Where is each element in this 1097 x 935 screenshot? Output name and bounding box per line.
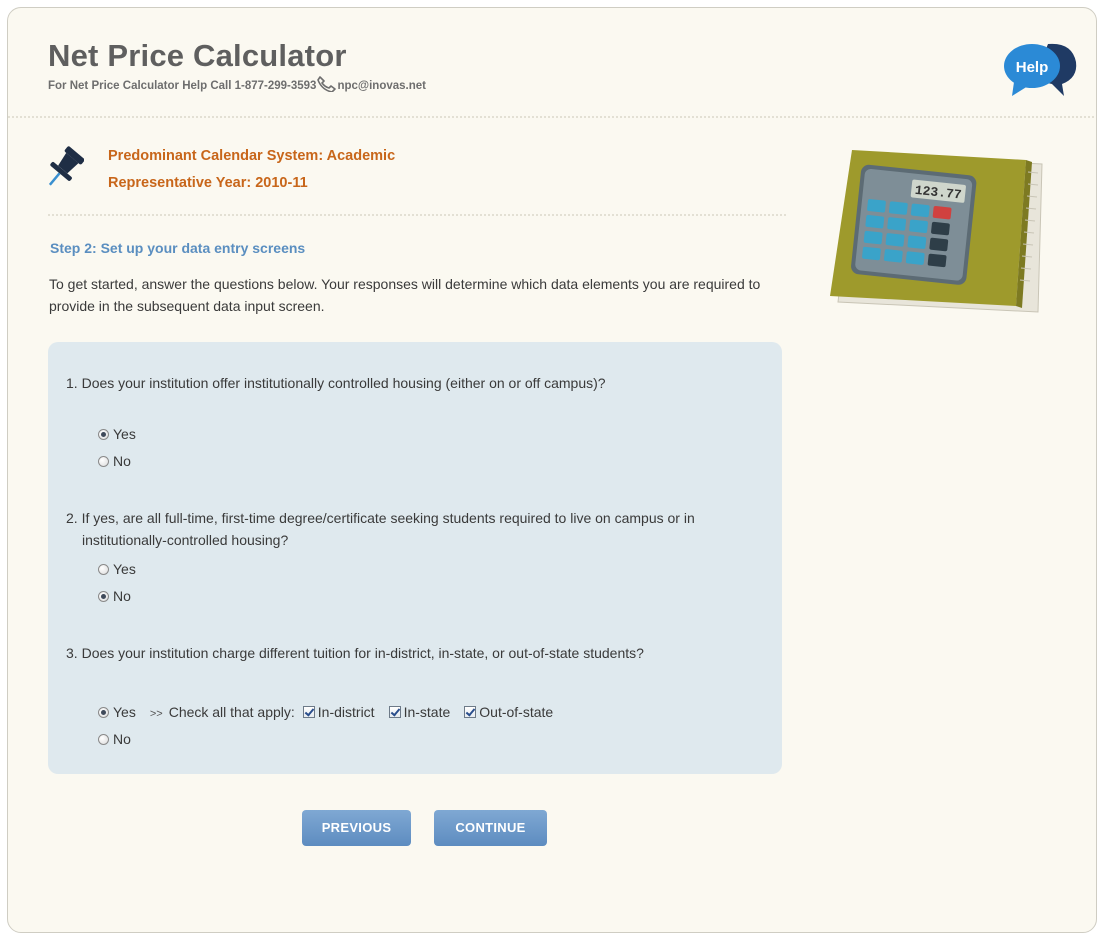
question-2-yes-label: Yes — [113, 561, 136, 577]
question-2-yes-option[interactable]: Yes — [98, 558, 136, 580]
in-district-label: In-district — [317, 704, 375, 720]
header-divider — [8, 116, 1096, 118]
question-2-no-radio[interactable] — [98, 591, 109, 602]
phone-icon — [316, 76, 337, 95]
check-prompt-arrow: >> — [149, 708, 163, 720]
question-1-no-radio[interactable] — [98, 456, 109, 467]
question-3: 3. Does your institution charge differen… — [66, 642, 772, 664]
app-title: Net Price Calculator — [48, 38, 347, 73]
calendar-system-label: Predominant Calendar System: Academic — [108, 148, 396, 164]
help-contact-line: For Net Price Calculator Help Call 1-877… — [48, 76, 426, 95]
app-frame: Net Price Calculator For Net Price Calcu… — [7, 7, 1097, 933]
step-intro-text: To get started, answer the questions bel… — [49, 276, 761, 314]
question-3-yes-option[interactable]: Yes >> Check all that apply: In-district In-… — [98, 701, 567, 723]
in-district-option[interactable]: In-district — [302, 704, 375, 720]
question-3-yes-radio[interactable] — [98, 707, 109, 718]
question-3-yes-label: Yes — [113, 704, 136, 720]
help-phone-text: For Net Price Calculator Help Call 1-877… — [48, 80, 317, 92]
question-2: 2. If yes, are all full-time, first-time… — [66, 507, 772, 551]
question-3-no-radio[interactable] — [98, 734, 109, 745]
question-1-no-option[interactable]: No — [98, 450, 131, 472]
in-state-label: In-state — [403, 704, 451, 720]
calculator-illustration: 123.77 — [816, 142, 1056, 320]
question-1: 1. Does your institution offer instituti… — [66, 372, 772, 394]
question-3-number: 3. — [66, 645, 78, 661]
continue-button[interactable]: CONTINUE — [434, 810, 547, 846]
question-1-yes-option[interactable]: Yes — [98, 423, 136, 445]
question-2-number: 2. — [66, 510, 78, 526]
help-email-text[interactable]: npc@inovas.net — [337, 80, 426, 92]
question-panel: 1. Does your institution offer instituti… — [48, 342, 782, 774]
check-prompt-label: Check all that apply: — [168, 704, 295, 720]
question-3-no-label: No — [113, 731, 131, 747]
question-1-text: Does your institution offer institutiona… — [81, 375, 606, 391]
question-2-no-label: No — [113, 588, 131, 604]
question-2-no-option[interactable]: No — [98, 585, 131, 607]
question-1-no-label: No — [113, 453, 131, 469]
pushpin-icon — [44, 146, 85, 192]
question-1-yes-label: Yes — [113, 426, 136, 442]
out-of-state-checkbox[interactable] — [464, 706, 477, 718]
help-bubble-label: Help — [1016, 59, 1049, 76]
question-1-yes-radio[interactable] — [98, 429, 109, 440]
tuition-checkbox-group: In-district In-state Out-of-state — [302, 704, 567, 720]
question-2-yes-radio[interactable] — [98, 564, 109, 575]
out-of-state-option[interactable]: Out-of-state — [464, 704, 553, 720]
in-state-option[interactable]: In-state — [388, 704, 451, 720]
out-of-state-label: Out-of-state — [479, 704, 554, 720]
representative-year-label: Representative Year: 2010-11 — [108, 175, 308, 191]
step-title: Step 2: Set up your data entry screens — [50, 240, 306, 256]
in-district-checkbox[interactable] — [302, 706, 315, 718]
question-2-text: If yes, are all full-time, first-time de… — [81, 510, 695, 548]
question-1-number: 1. — [66, 375, 78, 391]
previous-button[interactable]: PREVIOUS — [302, 810, 411, 846]
help-icon[interactable]: Help — [1002, 36, 1082, 106]
in-state-checkbox[interactable] — [388, 706, 401, 718]
question-3-no-option[interactable]: No — [98, 728, 131, 750]
question-3-text: Does your institution charge different t… — [81, 645, 644, 661]
section-divider — [48, 214, 786, 216]
